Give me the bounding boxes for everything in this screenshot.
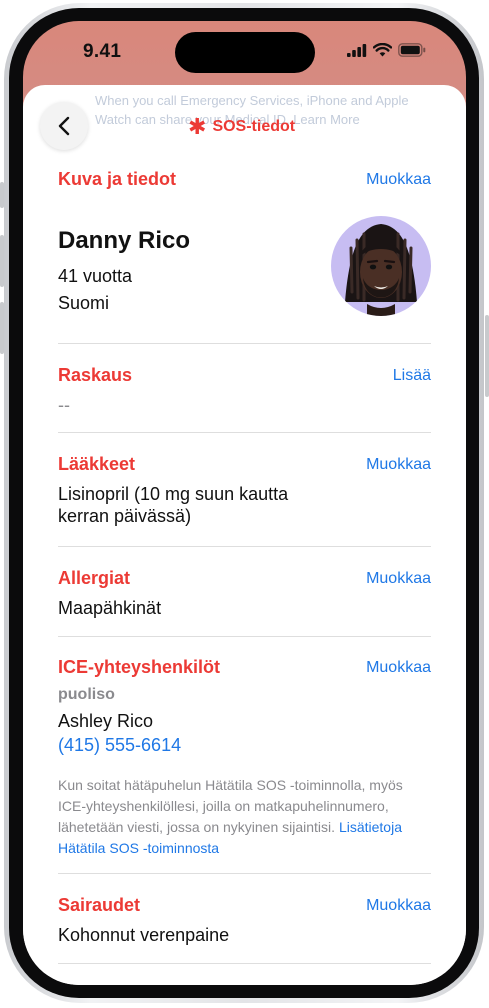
contact-relation: puoliso xyxy=(58,686,115,703)
asterisk-icon: ✱ xyxy=(188,114,207,139)
wifi-icon xyxy=(373,43,392,57)
chevron-left-icon xyxy=(58,116,70,136)
ice-contacts-section: ICE-yhteyshenkilöt Muokkaa puoliso Ashle… xyxy=(58,657,431,857)
side-button-right xyxy=(485,315,489,397)
section-title-conditions: Sairaudet xyxy=(58,895,141,915)
battery-icon xyxy=(398,43,426,57)
edit-ice-contacts-button[interactable]: Muokkaa xyxy=(366,659,431,677)
section-title-allergies: Allergiat xyxy=(58,568,131,588)
edit-allergies-button[interactable]: Muokkaa xyxy=(366,570,431,588)
section-title-profile: Kuva ja tiedot xyxy=(58,169,177,189)
section-title-pregnancy: Raskaus xyxy=(58,365,133,385)
medications-line2: kerran päivässä) xyxy=(58,506,192,526)
allergies-value: Maapähkinät xyxy=(58,598,162,618)
contact-name: Ashley Rico xyxy=(58,711,154,731)
divider xyxy=(58,636,431,637)
status-bar: 9.41 xyxy=(23,21,466,83)
profile-country: Suomi xyxy=(58,293,110,313)
conditions-section: Sairaudet Muokkaa Kohonnut verenpaine xyxy=(58,895,431,945)
divider xyxy=(58,546,431,547)
memoji-face-icon xyxy=(345,224,417,316)
section-title-ice-contacts: ICE-yhteyshenkilöt xyxy=(58,657,221,677)
section-title-medications: Lääkkeet xyxy=(58,454,136,474)
memoji-avatar[interactable] xyxy=(331,216,431,316)
back-button[interactable] xyxy=(40,102,88,150)
status-icons xyxy=(347,43,426,57)
profile-age: 41 vuotta xyxy=(58,266,133,286)
edit-profile-button[interactable]: Muokkaa xyxy=(366,171,431,189)
pregnancy-section: Raskaus Lisää -- xyxy=(58,365,431,415)
contact-phone-link[interactable]: (415) 555-6614 xyxy=(58,735,181,756)
status-time: 9.41 xyxy=(83,41,122,62)
medical-id-sheet: When you call Emergency Services, iPhone… xyxy=(23,85,466,985)
allergies-section: Allergiat Muokkaa Maapähkinät xyxy=(58,568,431,618)
divider xyxy=(58,963,431,964)
ice-footnote: Kun soitat hätäpuhelun Hätätila SOS -toi… xyxy=(58,775,438,859)
conditions-value: Kohonnut verenpaine xyxy=(58,925,230,945)
background-hint-line1: When you call Emergency Services, iPhone… xyxy=(95,93,409,108)
nav-title: ✱ SOS-tiedot xyxy=(188,114,296,139)
divider xyxy=(58,873,431,874)
edit-conditions-button[interactable]: Muokkaa xyxy=(366,897,431,915)
learn-more-link[interactable]: Lisätietoja xyxy=(339,819,402,835)
divider xyxy=(58,432,431,433)
footnote-line2: ICE-yhteyshenkilöllesi, joilla on matkap… xyxy=(58,798,389,814)
medications-line1: Lisinopril (10 mg suun kautta xyxy=(58,484,289,504)
cellular-signal-icon xyxy=(347,43,367,57)
divider xyxy=(58,343,431,344)
pregnancy-value: -- xyxy=(58,395,70,415)
header-fade xyxy=(23,145,466,170)
edit-medications-button[interactable]: Muokkaa xyxy=(366,456,431,474)
footnote-line3: lähetetään viesti, jossa on nykyinen sij… xyxy=(58,819,336,835)
learn-more-link-cont[interactable]: Hätätila SOS -toiminnosta xyxy=(58,838,438,859)
profile-name: Danny Rico xyxy=(58,227,191,254)
dynamic-island xyxy=(175,32,315,73)
add-pregnancy-button[interactable]: Lisää xyxy=(393,367,431,385)
footnote-line1: Kun soitat hätäpuhelun Hätätila SOS -toi… xyxy=(58,777,403,793)
nav-title-text: SOS-tiedot xyxy=(212,118,296,135)
medications-section: Lääkkeet Muokkaa Lisinopril (10 mg suun … xyxy=(58,454,431,528)
screen: 9.41 When you call Emergency Services, i… xyxy=(23,21,466,985)
